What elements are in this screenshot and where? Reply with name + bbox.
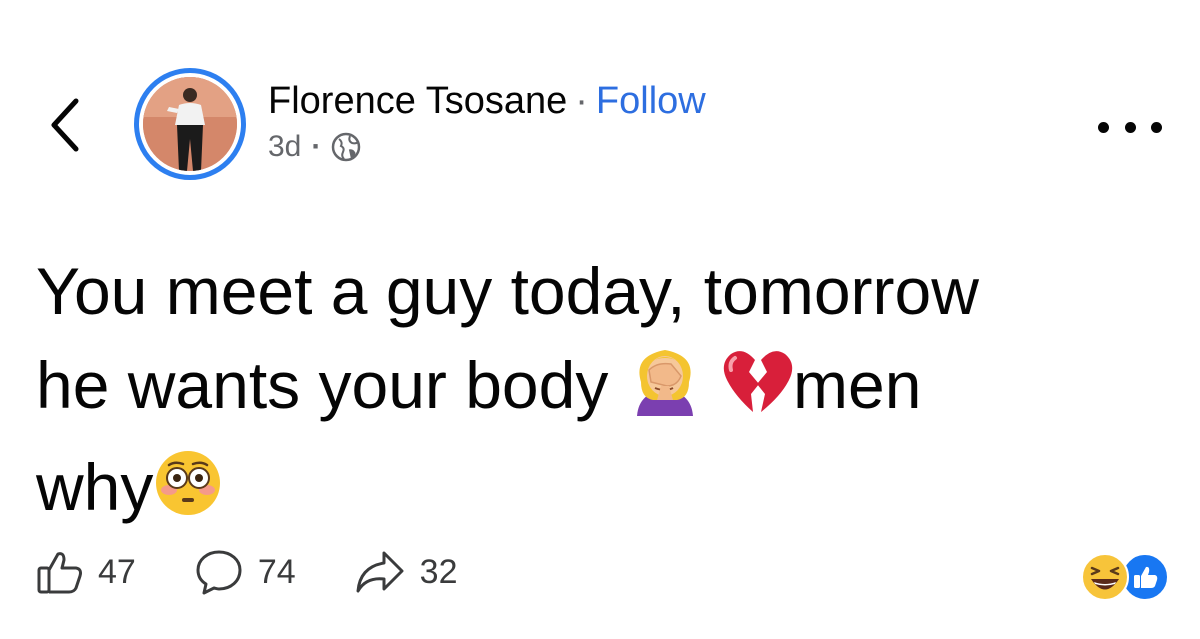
post-line-2: he wants your body: [36, 348, 627, 422]
name-separator: ·: [575, 80, 588, 122]
share-count: 32: [419, 552, 458, 591]
follow-button[interactable]: Follow: [596, 80, 706, 122]
globe-icon: [332, 132, 361, 162]
post-body: You meet a guy today, tomorrow he wants …: [36, 244, 1166, 542]
avatar-photo: [143, 77, 237, 171]
comment-button[interactable]: 74: [194, 548, 296, 596]
post-line-2-space: [703, 348, 721, 422]
avatar[interactable]: [134, 68, 246, 180]
author-name[interactable]: Florence Tsosane: [268, 80, 567, 122]
broken-heart-icon: [721, 346, 793, 440]
share-button[interactable]: 32: [354, 549, 458, 595]
facepalm-emoji-icon: [627, 342, 703, 440]
chevron-left-icon: [51, 98, 79, 152]
share-arrow-icon: [356, 551, 404, 593]
post-header: Florence Tsosane · Follow 3d ·: [268, 78, 706, 164]
post-meta: 3d ·: [268, 130, 706, 164]
comment-icon: [196, 550, 242, 595]
thumbs-up-icon: [37, 552, 82, 594]
post-line-3: why: [36, 450, 154, 524]
like-button[interactable]: 47: [36, 548, 136, 596]
back-button[interactable]: [40, 90, 90, 160]
reaction-summary[interactable]: [1080, 552, 1170, 602]
flushed-face-icon: [153, 448, 223, 542]
more-dot: [1151, 121, 1162, 133]
post-timestamp[interactable]: 3d: [268, 130, 301, 164]
meta-separator: ·: [311, 130, 322, 163]
author-line: Florence Tsosane · Follow: [268, 78, 706, 124]
more-options-button[interactable]: [1098, 112, 1162, 142]
like-count: 47: [98, 552, 136, 591]
post-actions: 47 74 32: [36, 548, 515, 596]
post-line-2-end: men: [793, 348, 922, 422]
comment-count: 74: [257, 552, 296, 591]
post-line-1: You meet a guy today, tomorrow: [36, 254, 979, 328]
haha-reaction-icon: [1081, 553, 1129, 601]
more-dot: [1124, 121, 1136, 133]
more-dot: [1098, 121, 1109, 133]
